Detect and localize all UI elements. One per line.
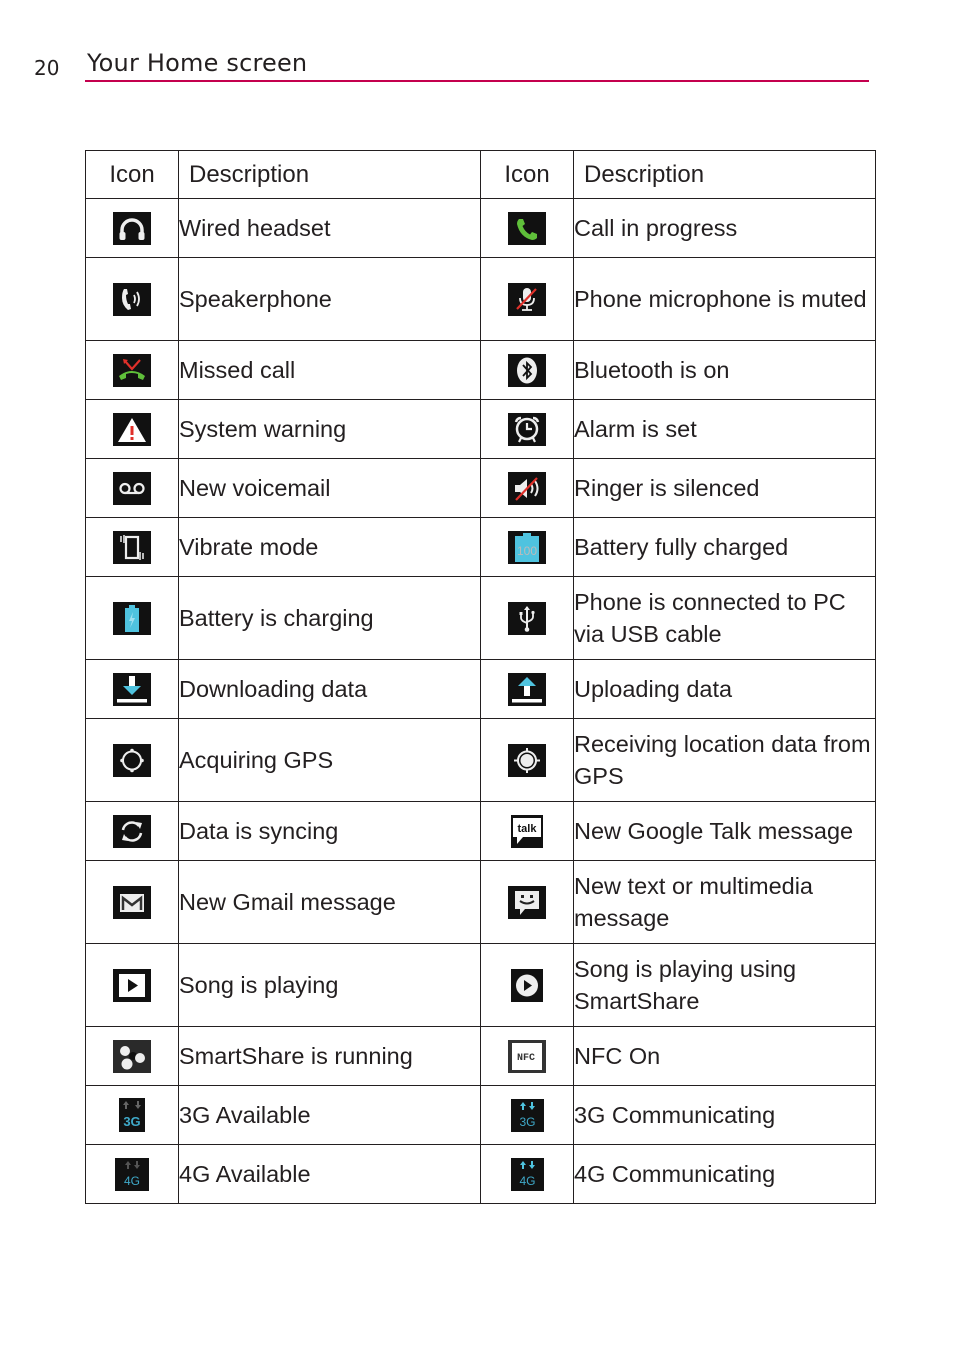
description: Missed call xyxy=(178,340,481,400)
table-header-row: Icon Description Icon Description xyxy=(85,150,876,199)
google-talk-icon: talk xyxy=(511,814,543,848)
description: Ringer is silenced xyxy=(573,458,876,518)
description: Wired headset xyxy=(178,198,481,258)
description: Downloading data xyxy=(178,659,481,719)
network-label: 3G xyxy=(123,1114,140,1129)
description: Alarm is set xyxy=(573,399,876,459)
table-row: 4G 4G Available 4G 4G Communicating xyxy=(85,1144,876,1204)
ringer-silenced-icon xyxy=(508,471,546,505)
table-row: Downloading data Uploading data xyxy=(85,659,876,719)
wired-headset-icon xyxy=(113,211,151,245)
description: Acquiring GPS xyxy=(178,718,481,802)
battery-full-icon: 100 xyxy=(508,530,546,564)
table-row: Wired headset Call in progress xyxy=(85,198,876,258)
3g-available-icon: 3G xyxy=(119,1098,145,1132)
description: New Gmail message xyxy=(178,860,481,944)
battery-level-label: 100 xyxy=(517,544,537,558)
3g-communicating-icon: 3G xyxy=(510,1098,544,1132)
header-description-left: Description xyxy=(178,150,481,199)
speakerphone-icon xyxy=(113,282,151,316)
usb-icon xyxy=(508,601,546,635)
song-playing-icon xyxy=(113,968,151,1002)
table-row: New Gmail message New text or multimedia… xyxy=(85,860,876,944)
page-number: 20 xyxy=(34,56,60,80)
table-row: SmartShare is running NFC NFC On xyxy=(85,1026,876,1086)
table-row: Missed call Bluetooth is on xyxy=(85,340,876,400)
description: 3G Available xyxy=(178,1085,481,1145)
description: 4G Communicating xyxy=(573,1144,876,1204)
description: Speakerphone xyxy=(178,257,481,341)
description: Data is syncing xyxy=(178,801,481,861)
smartshare-icon xyxy=(113,1039,151,1073)
4g-available-icon: 4G xyxy=(115,1157,149,1191)
download-icon xyxy=(113,672,151,706)
title-underline xyxy=(85,80,869,82)
description: NFC On xyxy=(573,1026,876,1086)
network-label: 4G xyxy=(519,1174,535,1188)
talk-label: talk xyxy=(518,823,538,835)
description: Phone microphone is muted xyxy=(573,257,876,341)
header-icon-right: Icon xyxy=(480,150,574,199)
table-row: Vibrate mode 100 Battery fully charged xyxy=(85,517,876,577)
description: Song is playing xyxy=(178,943,481,1027)
smartshare-song-icon xyxy=(511,968,543,1002)
header-description-right: Description xyxy=(573,150,876,199)
description: Call in progress xyxy=(573,198,876,258)
sync-icon xyxy=(113,814,151,848)
header-icon-left: Icon xyxy=(85,150,179,199)
gmail-icon xyxy=(113,885,151,919)
gps-receiving-icon xyxy=(508,743,546,777)
description: Song is playing using SmartShare xyxy=(573,943,876,1027)
description: Battery fully charged xyxy=(573,517,876,577)
table-row: System warning Alarm is set xyxy=(85,399,876,459)
microphone-muted-icon xyxy=(508,282,546,316)
network-label: 4G xyxy=(124,1174,140,1188)
sms-icon xyxy=(508,885,546,919)
system-warning-icon xyxy=(113,412,151,446)
nfc-label: NFC xyxy=(517,1053,535,1064)
description: New Google Talk message xyxy=(573,801,876,861)
description: Vibrate mode xyxy=(178,517,481,577)
table-row: 3G 3G Available 3G 3G Communicating xyxy=(85,1085,876,1145)
table-row: Data is syncing talk New Google Talk mes… xyxy=(85,801,876,861)
gps-acquiring-icon xyxy=(113,743,151,777)
section-title: Your Home screen xyxy=(87,49,308,77)
call-in-progress-icon xyxy=(508,211,546,245)
vibrate-icon xyxy=(113,530,151,564)
description: Uploading data xyxy=(573,659,876,719)
4g-communicating-icon: 4G xyxy=(510,1157,544,1191)
description: Bluetooth is on xyxy=(573,340,876,400)
upload-icon xyxy=(508,672,546,706)
description: System warning xyxy=(178,399,481,459)
description: Receiving location data from GPS xyxy=(573,718,876,802)
description: SmartShare is running xyxy=(178,1026,481,1086)
table-row: Battery is charging Phone is connected t… xyxy=(85,576,876,660)
table-row: Acquiring GPS Receiving location data fr… xyxy=(85,718,876,802)
battery-charging-icon xyxy=(113,601,151,635)
network-label: 3G xyxy=(519,1115,535,1129)
description: New voicemail xyxy=(178,458,481,518)
voicemail-icon xyxy=(113,471,151,505)
alarm-icon xyxy=(508,412,546,446)
description: Battery is charging xyxy=(178,576,481,660)
missed-call-icon xyxy=(113,353,151,387)
description: New text or multimedia message xyxy=(573,860,876,944)
description: 4G Available xyxy=(178,1144,481,1204)
table-row: New voicemail Ringer is silenced xyxy=(85,458,876,518)
table-row: Song is playing Song is playing using Sm… xyxy=(85,943,876,1027)
status-icons-table: Icon Description Icon Description Wired … xyxy=(85,150,876,1204)
description: 3G Communicating xyxy=(573,1085,876,1145)
bluetooth-icon xyxy=(508,353,546,387)
description: Phone is connected to PC via USB cable xyxy=(573,576,876,660)
table-row: Speakerphone Phone microphone is muted xyxy=(85,257,876,341)
nfc-icon: NFC xyxy=(508,1039,546,1073)
